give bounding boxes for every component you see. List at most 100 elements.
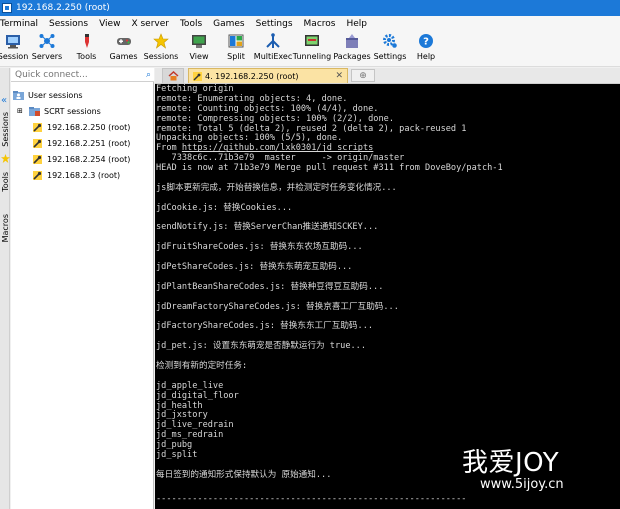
- menu-games[interactable]: Games: [209, 19, 251, 29]
- terminal-line: jdPetShareCodes.js: 替换东东萌宠互助码...: [156, 262, 353, 273]
- games-icon: [116, 33, 132, 49]
- terminal-line: HEAD is now at 71b3e79 Merge pull reques…: [156, 163, 503, 174]
- terminal-line: 检测到有新的定时任务:: [156, 360, 248, 371]
- expand-plus-icon[interactable]: ⊞: [17, 107, 24, 115]
- terminal-line: sendNotify.js: 替换ServerChan推送通知SCKEY...: [156, 222, 379, 233]
- tab-macros-label: Macros: [0, 214, 10, 243]
- menu-terminal[interactable]: Terminal: [0, 19, 45, 29]
- terminal-line: jd_live_redrain: [156, 420, 234, 431]
- packages-label: Packages: [333, 52, 371, 61]
- menu-help[interactable]: Help: [342, 19, 374, 29]
- app-logo-icon: [2, 3, 12, 13]
- terminal-line: jdFactoryShareCodes.js: 替换东东工厂互助码...: [156, 321, 374, 332]
- tree-item-session-251[interactable]: 192.168.2.251 (root): [32, 136, 130, 150]
- multiexec-icon: [265, 33, 281, 49]
- multiexec-button[interactable]: MultiExec: [254, 31, 292, 67]
- servers-label: Servers: [31, 52, 63, 61]
- terminal-divider: ----------------------------------------…: [156, 494, 467, 504]
- home-icon: [168, 71, 178, 81]
- tree-label: 192.168.2.251 (root): [47, 138, 131, 148]
- new-tab-button[interactable]: ⊕: [351, 69, 375, 82]
- collapse-sidebar-icon[interactable]: «: [1, 95, 7, 106]
- servers-button[interactable]: Servers: [26, 31, 68, 67]
- servers-icon: [39, 33, 55, 49]
- settings-gear-icon: [382, 33, 398, 49]
- terminal-lines: Fetching origin remote: Enumerating objec…: [156, 84, 620, 481]
- games-button[interactable]: Games: [105, 31, 142, 67]
- tree-label: 192.168.2.3 (root): [47, 170, 121, 180]
- split-icon: [228, 33, 244, 49]
- menu-view[interactable]: View: [95, 19, 127, 29]
- new-tab-icon: ⊕: [359, 70, 367, 81]
- quick-connect-input[interactable]: [15, 69, 125, 80]
- terminal-line: jd_ms_redrain: [156, 430, 224, 441]
- menu-bar: Terminal Sessions View X server Tools Ga…: [0, 16, 620, 31]
- packages-icon: [344, 33, 360, 49]
- tree-label: 192.168.2.254 (root): [47, 154, 131, 164]
- packages-button[interactable]: Packages: [332, 31, 372, 67]
- watermark: 我爱JOY www.5ijoy.cn: [462, 449, 620, 509]
- view-label: View: [189, 52, 209, 61]
- tab-sessions-label: Sessions: [0, 112, 10, 147]
- ssh-key-icon: [32, 138, 43, 149]
- ssh-key-icon: [32, 154, 43, 165]
- ssh-key-icon: [32, 122, 43, 133]
- tree-item-session-254[interactable]: 192.168.2.254 (root): [32, 152, 130, 166]
- tree-label: 192.168.2.250 (root): [47, 122, 131, 132]
- watermark-url: www.5ijoy.cn: [480, 477, 564, 492]
- tab-sessions[interactable]: Sessions: [0, 112, 10, 147]
- sidebar-vertical-tabs: Sessions Tools Macros: [0, 68, 10, 509]
- svg-text:?: ?: [423, 37, 429, 48]
- tree-item-session-250[interactable]: 192.168.2.250 (root): [32, 120, 130, 134]
- help-icon: ?: [418, 33, 434, 49]
- tunneling-icon: [304, 33, 320, 49]
- terminal-link[interactable]: https://github.com/lxk0301/jd_scripts: [182, 143, 373, 153]
- ssh-key-icon: [193, 71, 202, 81]
- main-toolbar: Session Servers Tools Games Sessions Vie…: [0, 31, 620, 67]
- help-button[interactable]: ? Help: [408, 31, 444, 67]
- tools-label: Tools: [76, 52, 97, 61]
- menu-settings[interactable]: Settings: [252, 19, 300, 29]
- menu-sessions[interactable]: Sessions: [45, 19, 95, 29]
- tree-item-user-sessions[interactable]: User sessions: [13, 88, 83, 102]
- sessions-star-icon: [153, 33, 169, 49]
- settings-button[interactable]: Settings: [372, 31, 408, 67]
- terminal-line: js脚本更新完成，开始替换信息，并检测定时任务变化情况...: [156, 182, 397, 193]
- tree-label: SCRT sessions: [44, 106, 101, 116]
- terminal-output[interactable]: Fetching origin remote: Enumerating objec…: [155, 84, 620, 509]
- tab-favorites[interactable]: [0, 154, 10, 163]
- tab-macros[interactable]: Macros: [0, 214, 10, 242]
- tab-tools[interactable]: Tools: [0, 172, 10, 192]
- terminal-line: jd_health: [156, 400, 203, 411]
- help-label: Help: [416, 52, 436, 61]
- tree-item-scrt-sessions[interactable]: ⊞ SCRT sessions: [17, 104, 101, 118]
- watermark-title: 我爱JOY: [462, 448, 560, 478]
- tab-tools-label: Tools: [0, 172, 10, 192]
- view-button[interactable]: View: [180, 31, 218, 67]
- tunneling-label: Tunneling: [292, 52, 332, 61]
- menu-macros[interactable]: Macros: [300, 19, 343, 29]
- menu-x-server[interactable]: X server: [127, 19, 176, 29]
- session-button[interactable]: Session: [0, 31, 28, 67]
- multiexec-label: MultiExec: [253, 52, 293, 61]
- menu-tools[interactable]: Tools: [176, 19, 209, 29]
- tunneling-button[interactable]: Tunneling: [292, 31, 332, 67]
- active-session-tab[interactable]: 4. 192.168.2.250 (root) ✕: [188, 68, 348, 83]
- sessions-sidebar: ⌕ User sessions ⊞ SCRT sessions 192.168.…: [11, 68, 154, 509]
- home-tab[interactable]: [162, 68, 184, 83]
- close-icon[interactable]: ✕: [335, 71, 343, 81]
- settings-label: Settings: [373, 52, 407, 61]
- session-tab-strip: 4. 192.168.2.250 (root) ✕ ⊕: [155, 68, 620, 84]
- tools-button[interactable]: Tools: [68, 31, 105, 67]
- sessions-label: Sessions: [143, 52, 179, 61]
- quick-connect-bar: ⌕: [11, 68, 154, 82]
- terminal-line: jdCookie.js: 替换Cookies...: [156, 202, 293, 213]
- sessions-button[interactable]: Sessions: [142, 31, 180, 67]
- session-icon: [5, 33, 21, 49]
- active-tab-label: 4. 192.168.2.250 (root): [205, 71, 299, 81]
- search-icon[interactable]: ⌕: [146, 70, 151, 80]
- tree-item-session-3[interactable]: 192.168.2.3 (root): [32, 168, 120, 182]
- split-button[interactable]: Split: [218, 31, 254, 67]
- split-label: Split: [227, 52, 245, 61]
- games-label: Games: [109, 52, 138, 61]
